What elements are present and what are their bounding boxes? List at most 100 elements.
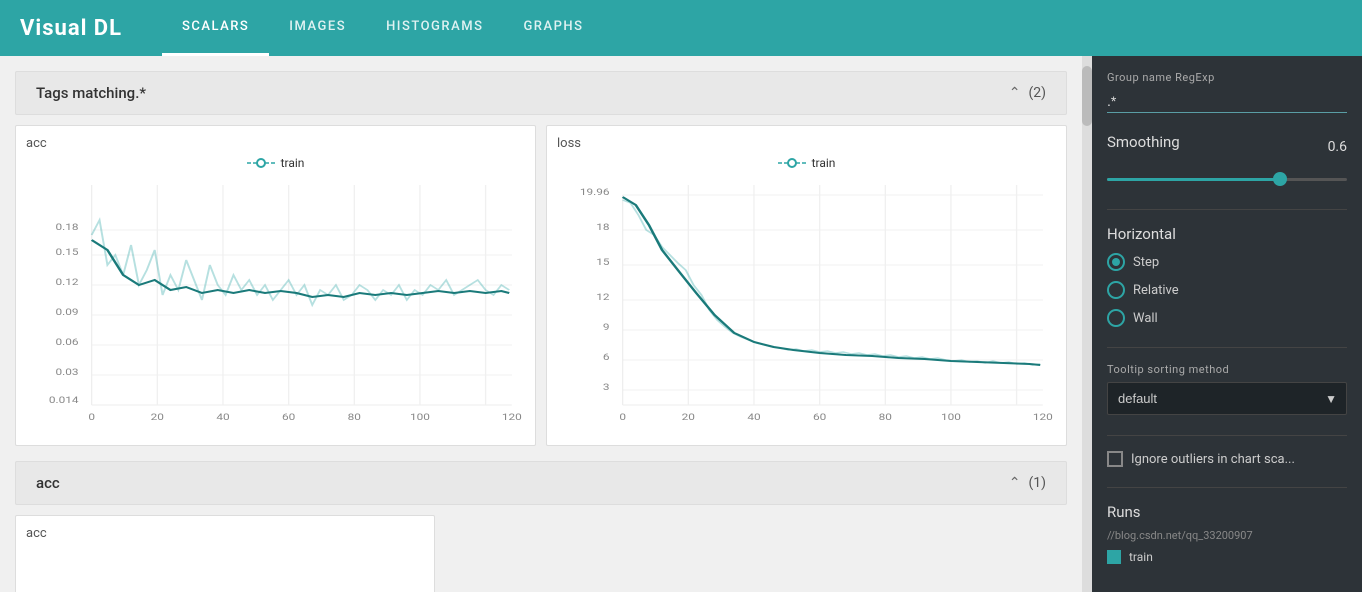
group-name-input[interactable] bbox=[1107, 90, 1347, 113]
run-train-label: train bbox=[1129, 550, 1153, 564]
run-train-checkbox[interactable] bbox=[1107, 550, 1121, 564]
svg-text:0: 0 bbox=[88, 411, 95, 422]
logo: Visual DL bbox=[20, 16, 122, 41]
radio-relative-label: Relative bbox=[1133, 283, 1179, 298]
nav-scalars[interactable]: SCALARS bbox=[162, 0, 269, 56]
svg-text:40: 40 bbox=[216, 411, 229, 422]
logo-dl: DL bbox=[94, 16, 122, 41]
tooltip-select[interactable]: default ascending descending nearest bbox=[1107, 382, 1347, 415]
chart-acc-sub-title: acc bbox=[26, 526, 424, 541]
svg-text:0.06: 0.06 bbox=[55, 336, 78, 347]
tooltip-select-wrap: default ascending descending nearest ▼ bbox=[1107, 382, 1347, 415]
horizontal-section: Horizontal Step Relative Wall bbox=[1107, 225, 1347, 327]
chevron-up-icon-2: ⌃ bbox=[1009, 475, 1021, 491]
outliers-section: Ignore outliers in chart sca... bbox=[1107, 451, 1347, 467]
smoothing-slider-thumb[interactable] bbox=[1273, 172, 1287, 186]
section-acc-title: acc bbox=[36, 474, 60, 492]
svg-text:12: 12 bbox=[596, 291, 609, 302]
svg-text:3: 3 bbox=[603, 381, 610, 392]
group-name-label: Group name RegExp bbox=[1107, 71, 1347, 84]
scrollbar-track[interactable] bbox=[1082, 56, 1092, 592]
horizontal-heading: Horizontal bbox=[1107, 225, 1347, 243]
chart-acc-legend: train bbox=[26, 156, 525, 170]
runs-heading: Runs bbox=[1107, 503, 1347, 521]
nav: SCALARS IMAGES HISTOGRAMS GRAPHS bbox=[162, 0, 604, 56]
section-acc-header[interactable]: acc ⌃ (1) bbox=[15, 461, 1067, 505]
charts-row: acc train bbox=[15, 125, 1067, 446]
chart-acc-sub: acc bbox=[15, 515, 435, 592]
chart-loss-legend: train bbox=[557, 156, 1056, 170]
svg-text:0.03: 0.03 bbox=[55, 366, 78, 377]
svg-text:40: 40 bbox=[747, 411, 760, 422]
svg-text:60: 60 bbox=[813, 411, 826, 422]
divider-2 bbox=[1107, 347, 1347, 348]
nav-graphs[interactable]: GRAPHS bbox=[503, 0, 603, 56]
svg-text:60: 60 bbox=[282, 411, 295, 422]
svg-text:100: 100 bbox=[941, 411, 961, 422]
svg-text:20: 20 bbox=[151, 411, 164, 422]
divider-1 bbox=[1107, 209, 1347, 210]
radio-wall-circle[interactable] bbox=[1107, 309, 1125, 327]
outliers-checkbox-option[interactable]: Ignore outliers in chart sca... bbox=[1107, 451, 1347, 467]
svg-text:0.15: 0.15 bbox=[55, 246, 78, 257]
divider-3 bbox=[1107, 435, 1347, 436]
radio-step[interactable]: Step bbox=[1107, 253, 1347, 271]
nav-histograms[interactable]: HISTOGRAMS bbox=[366, 0, 503, 56]
svg-text:80: 80 bbox=[879, 411, 892, 422]
run-item-train: train bbox=[1107, 550, 1347, 564]
section-tags-badge: ⌃ (2) bbox=[1009, 85, 1046, 101]
nav-images[interactable]: IMAGES bbox=[269, 0, 366, 56]
section-tags-header[interactable]: Tags matching.* ⌃ (2) bbox=[15, 71, 1067, 115]
runs-section: Runs //blog.csdn.net/qq_33200907 train bbox=[1107, 503, 1347, 564]
chart-acc-svg: 0.18 0.15 0.12 0.09 0.06 0.03 0.014 bbox=[26, 175, 525, 435]
right-panel: Group name RegExp Smoothing 0.6 Horizont… bbox=[1092, 56, 1362, 592]
main-layout: Tags matching.* ⌃ (2) acc train bbox=[0, 56, 1362, 592]
radio-relative-circle[interactable] bbox=[1107, 281, 1125, 299]
chart-acc-legend-label: train bbox=[281, 156, 305, 170]
smoothing-slider-wrap bbox=[1107, 169, 1347, 189]
smoothing-slider-track bbox=[1107, 178, 1347, 181]
svg-text:19.96: 19.96 bbox=[580, 186, 610, 197]
smoothing-row: Smoothing 0.6 bbox=[1107, 133, 1347, 161]
svg-text:20: 20 bbox=[682, 411, 695, 422]
radio-wall-label: Wall bbox=[1133, 311, 1158, 326]
logo-visual: Visual bbox=[20, 16, 87, 41]
outliers-checkbox[interactable] bbox=[1107, 451, 1123, 467]
section-tags-title: Tags matching.* bbox=[36, 84, 146, 102]
svg-text:100: 100 bbox=[410, 411, 430, 422]
chart-loss-legend-label: train bbox=[812, 156, 836, 170]
scrollbar-thumb[interactable] bbox=[1082, 66, 1092, 126]
content-area[interactable]: Tags matching.* ⌃ (2) acc train bbox=[0, 56, 1082, 592]
svg-text:120: 120 bbox=[1033, 411, 1053, 422]
legend-icon-acc bbox=[247, 157, 275, 169]
svg-text:80: 80 bbox=[348, 411, 361, 422]
section-acc-badge: ⌃ (1) bbox=[1009, 475, 1046, 491]
svg-text:0.09: 0.09 bbox=[55, 306, 78, 317]
watermark: //blog.csdn.net/qq_33200907 bbox=[1107, 529, 1347, 542]
smoothing-heading: Smoothing bbox=[1107, 133, 1180, 151]
legend-line-acc bbox=[247, 157, 275, 169]
chart-loss: loss train 19.96 18 15 bbox=[546, 125, 1067, 446]
radio-relative[interactable]: Relative bbox=[1107, 281, 1347, 299]
radio-wall[interactable]: Wall bbox=[1107, 309, 1347, 327]
chevron-up-icon: ⌃ bbox=[1009, 85, 1021, 101]
horizontal-radio-group: Step Relative Wall bbox=[1107, 253, 1347, 327]
svg-text:9: 9 bbox=[603, 321, 610, 332]
smoothing-value: 0.6 bbox=[1328, 139, 1347, 155]
svg-text:120: 120 bbox=[502, 411, 522, 422]
group-name-section: Group name RegExp bbox=[1107, 71, 1347, 113]
svg-text:0.18: 0.18 bbox=[55, 221, 78, 232]
chart-acc: acc train bbox=[15, 125, 536, 446]
svg-text:15: 15 bbox=[596, 256, 609, 267]
svg-text:0: 0 bbox=[619, 411, 626, 422]
svg-text:6: 6 bbox=[603, 351, 610, 362]
chart-acc-title: acc bbox=[26, 136, 525, 151]
svg-text:18: 18 bbox=[596, 221, 609, 232]
smoothing-section: Smoothing 0.6 bbox=[1107, 133, 1347, 189]
chart-loss-title: loss bbox=[557, 136, 1056, 151]
tooltip-section: Tooltip sorting method default ascending… bbox=[1107, 363, 1347, 415]
tooltip-label: Tooltip sorting method bbox=[1107, 363, 1347, 376]
chart-loss-svg: 19.96 18 15 12 9 6 3 bbox=[557, 175, 1056, 435]
legend-line-loss bbox=[778, 157, 806, 169]
radio-step-circle[interactable] bbox=[1107, 253, 1125, 271]
